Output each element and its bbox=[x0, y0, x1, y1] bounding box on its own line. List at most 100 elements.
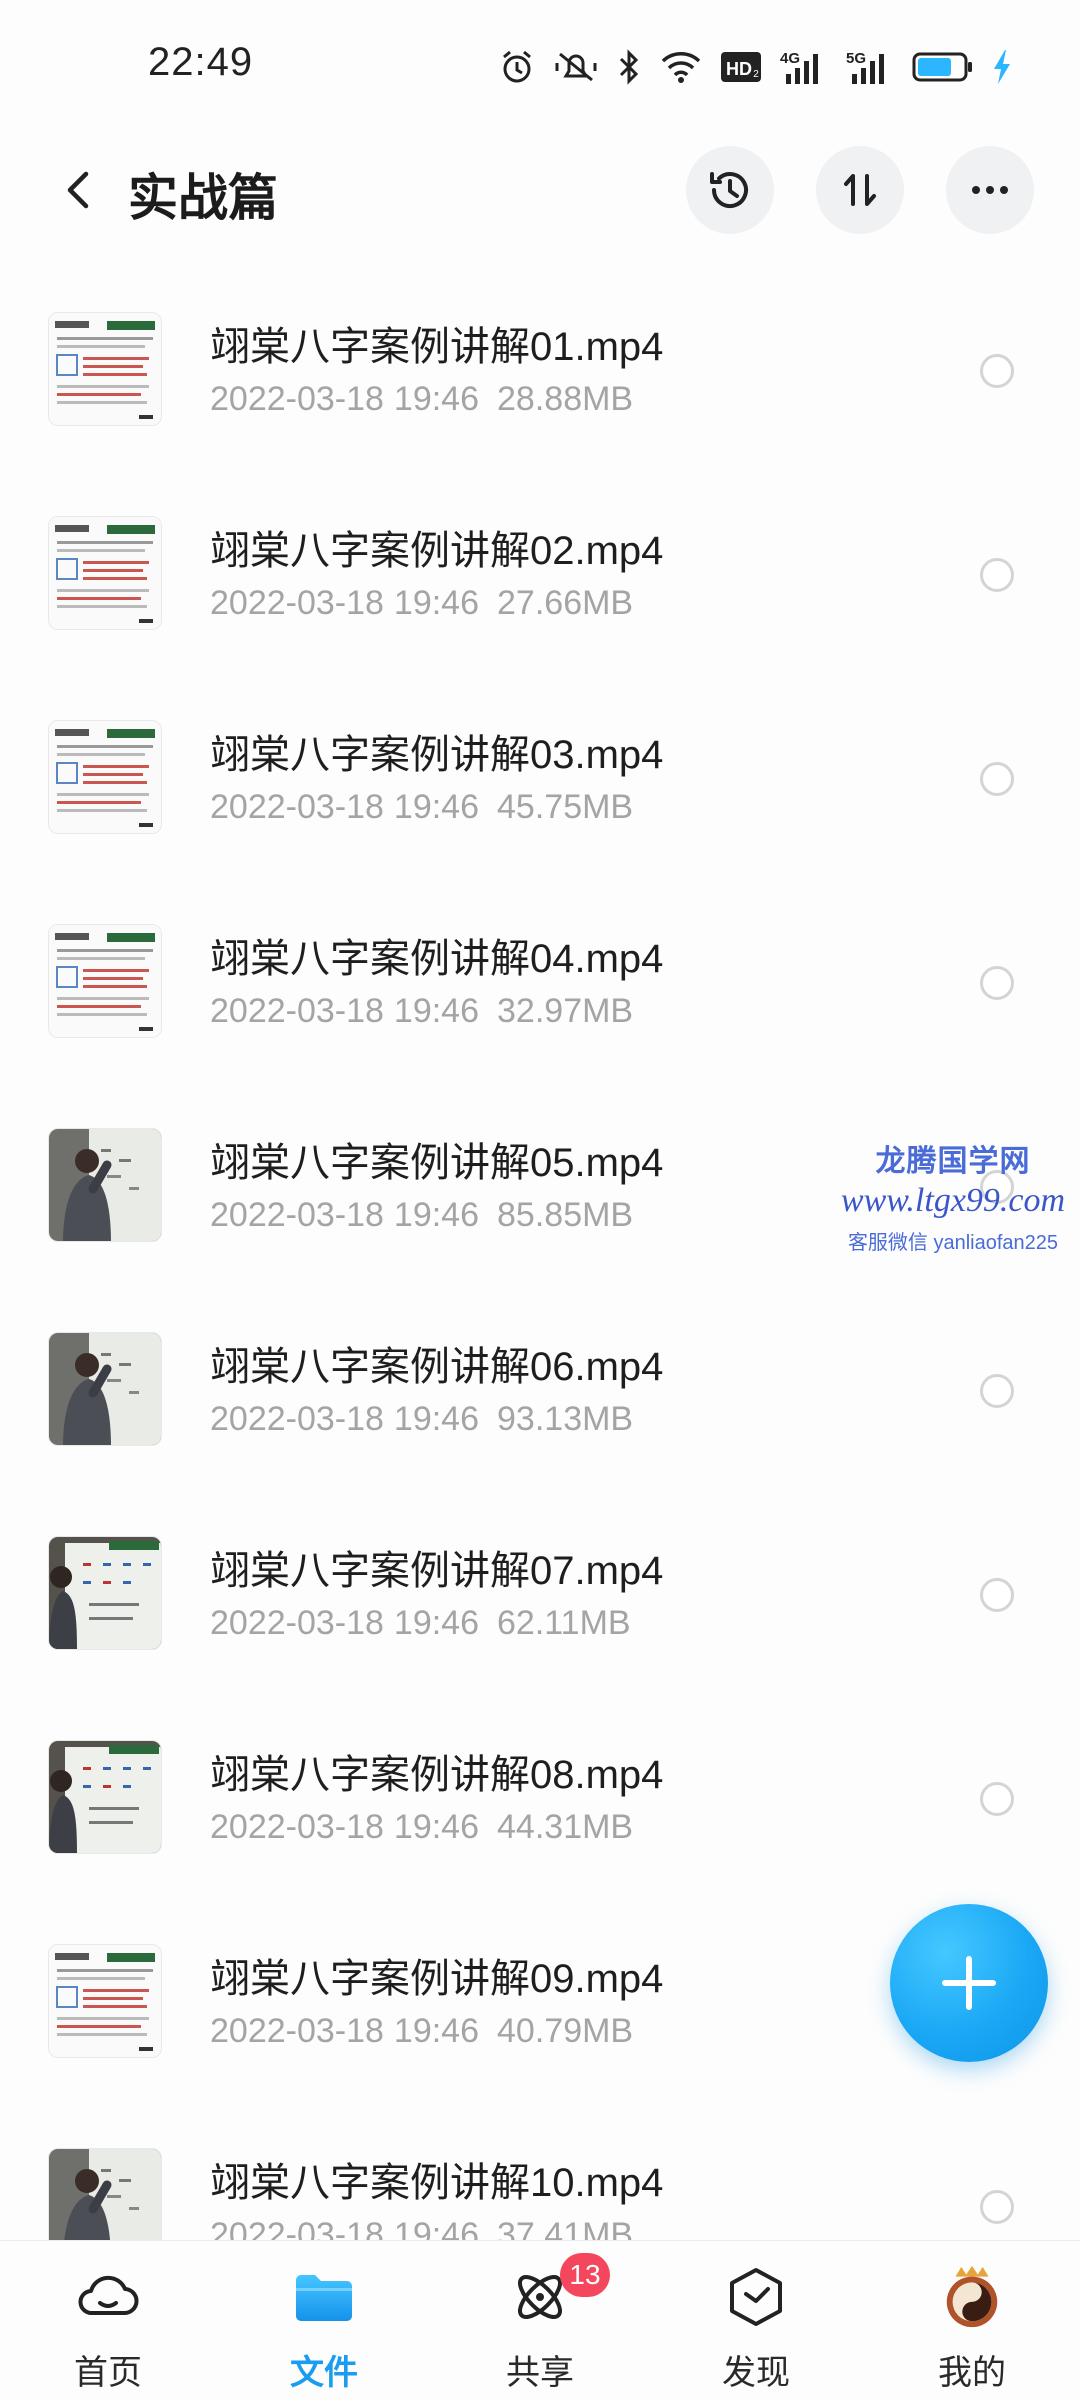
bottom-nav: 首页 文件 13 共享 发现 我的 bbox=[0, 2240, 1080, 2400]
nav-home[interactable]: 首页 bbox=[0, 2241, 216, 2400]
select-radio[interactable] bbox=[980, 1374, 1014, 1408]
video-thumbnail bbox=[48, 1944, 162, 2058]
file-date: 2022-03-18 bbox=[210, 1400, 384, 1438]
video-thumbnail bbox=[48, 720, 162, 834]
wifi-icon bbox=[660, 49, 702, 85]
page-title: 实战篇 bbox=[128, 170, 278, 226]
file-date: 2022-03-18 bbox=[210, 1808, 384, 1846]
file-date: 2022-03-18 bbox=[210, 1196, 384, 1234]
file-name: 翊棠八字案例讲解05.mp4 bbox=[210, 1141, 664, 1185]
file-time: 19:46 bbox=[393, 1604, 480, 1642]
nav-files-label: 文件 bbox=[290, 2354, 358, 2392]
select-radio[interactable] bbox=[980, 1170, 1014, 1204]
file-row[interactable]: 翊棠八字案例讲解01.mp4 2022-03-18 19:46 28.88MB bbox=[0, 270, 1080, 472]
file-name: 翊棠八字案例讲解10.mp4 bbox=[210, 2161, 664, 2205]
file-size: 40.79MB bbox=[497, 2012, 634, 2050]
nav-discover-label: 发现 bbox=[722, 2354, 790, 2392]
file-name: 翊棠八字案例讲解06.mp4 bbox=[210, 1345, 664, 1389]
nav-discover[interactable]: 发现 bbox=[648, 2241, 864, 2400]
video-thumbnail bbox=[48, 1128, 162, 1242]
status-icons: HD 2 4G 5G bbox=[498, 44, 1012, 90]
file-size: 93.13MB bbox=[497, 1400, 634, 1438]
file-meta: 2022-03-18 19:46 45.75MB bbox=[210, 788, 633, 827]
file-time: 19:46 bbox=[393, 788, 480, 826]
file-name: 翊棠八字案例讲解01.mp4 bbox=[210, 325, 664, 369]
file-name: 翊棠八字案例讲解08.mp4 bbox=[210, 1753, 664, 1797]
charging-icon bbox=[992, 49, 1012, 85]
file-name: 翊棠八字案例讲解03.mp4 bbox=[210, 733, 664, 777]
nav-share-label: 共享 bbox=[506, 2354, 574, 2392]
file-time: 19:46 bbox=[393, 1196, 480, 1234]
file-date: 2022-03-18 bbox=[210, 2216, 384, 2240]
file-time: 19:46 bbox=[393, 1400, 480, 1438]
file-row[interactable]: 翊棠八字案例讲解06.mp4 2022-03-18 19:46 93.13MB bbox=[0, 1288, 1080, 1492]
file-date: 2022-03-18 bbox=[210, 1604, 384, 1642]
select-radio[interactable] bbox=[980, 762, 1014, 796]
select-radio[interactable] bbox=[980, 966, 1014, 1000]
file-size: 32.97MB bbox=[497, 992, 634, 1030]
file-name: 翊棠八字案例讲解04.mp4 bbox=[210, 937, 664, 981]
history-button[interactable] bbox=[686, 146, 774, 234]
net2-label: 5G bbox=[846, 50, 866, 67]
file-size: 85.85MB bbox=[497, 1196, 634, 1234]
nav-share[interactable]: 13 共享 bbox=[432, 2241, 648, 2400]
select-radio[interactable] bbox=[980, 1782, 1014, 1816]
file-meta: 2022-03-18 19:46 85.85MB bbox=[210, 1196, 633, 1235]
file-row[interactable]: 翊棠八字案例讲解07.mp4 2022-03-18 19:46 62.11MB bbox=[0, 1492, 1080, 1696]
file-row[interactable]: 翊棠八字案例讲解02.mp4 2022-03-18 19:46 27.66MB bbox=[0, 472, 1080, 676]
select-radio[interactable] bbox=[980, 354, 1014, 388]
select-radio[interactable] bbox=[980, 1578, 1014, 1612]
video-thumbnail bbox=[48, 1536, 162, 1650]
file-time: 19:46 bbox=[393, 584, 480, 622]
nav-profile-label: 我的 bbox=[938, 2354, 1006, 2392]
sort-button[interactable] bbox=[816, 146, 904, 234]
file-row[interactable]: 翊棠八字案例讲解08.mp4 2022-03-18 19:46 44.31MB bbox=[0, 1696, 1080, 1900]
file-size: 44.31MB bbox=[497, 1808, 634, 1846]
file-date: 2022-03-18 bbox=[210, 2012, 384, 2050]
bluetooth-icon bbox=[616, 48, 642, 86]
video-thumbnail bbox=[48, 516, 162, 630]
back-button[interactable] bbox=[40, 150, 120, 230]
file-row[interactable]: 翊棠八字案例讲解03.mp4 2022-03-18 19:46 45.75MB bbox=[0, 676, 1080, 880]
chevron-left-icon bbox=[67, 171, 89, 209]
signal-5g-icon: 5G bbox=[846, 48, 894, 86]
file-time: 19:46 bbox=[393, 992, 480, 1030]
svg-text:2: 2 bbox=[753, 69, 759, 80]
file-name: 翊棠八字案例讲解07.mp4 bbox=[210, 1549, 664, 1593]
share-badge: 13 bbox=[560, 2253, 610, 2297]
file-meta: 2022-03-18 19:46 37.41MB bbox=[210, 2216, 633, 2240]
page-header: 实战篇 bbox=[0, 130, 1080, 250]
discover-box-icon bbox=[722, 2263, 790, 2331]
hd-label: HD bbox=[726, 59, 752, 79]
file-time: 19:46 bbox=[393, 2012, 480, 2050]
battery-icon bbox=[912, 50, 974, 84]
file-size: 45.75MB bbox=[497, 788, 634, 826]
more-button[interactable] bbox=[946, 146, 1034, 234]
file-size: 28.88MB bbox=[497, 380, 634, 418]
file-name: 翊棠八字案例讲解09.mp4 bbox=[210, 1957, 664, 2001]
video-thumbnail bbox=[48, 312, 162, 426]
video-thumbnail bbox=[48, 2148, 162, 2240]
file-time: 19:46 bbox=[393, 2216, 480, 2240]
net1-label: 4G bbox=[780, 50, 800, 67]
file-date: 2022-03-18 bbox=[210, 584, 384, 622]
nav-profile[interactable]: 我的 bbox=[864, 2241, 1080, 2400]
file-row[interactable]: 翊棠八字案例讲解05.mp4 2022-03-18 19:46 85.85MB bbox=[0, 1084, 1080, 1288]
avatar-icon bbox=[938, 2263, 1006, 2331]
file-size: 27.66MB bbox=[497, 584, 634, 622]
file-name: 翊棠八字案例讲解02.mp4 bbox=[210, 529, 664, 573]
file-meta: 2022-03-18 19:46 44.31MB bbox=[210, 1808, 633, 1847]
select-radio[interactable] bbox=[980, 2190, 1014, 2224]
nav-files[interactable]: 文件 bbox=[216, 2241, 432, 2400]
file-row[interactable]: 翊棠八字案例讲解04.mp4 2022-03-18 19:46 32.97MB bbox=[0, 880, 1080, 1084]
status-time: 22:49 bbox=[148, 40, 254, 84]
alarm-icon bbox=[498, 48, 536, 86]
file-time: 19:46 bbox=[393, 1808, 480, 1846]
sort-icon bbox=[844, 174, 876, 206]
file-meta: 2022-03-18 19:46 93.13MB bbox=[210, 1400, 633, 1439]
file-row[interactable]: 翊棠八字案例讲解10.mp4 2022-03-18 19:46 37.41MB bbox=[0, 2104, 1080, 2240]
file-date: 2022-03-18 bbox=[210, 380, 384, 418]
add-button[interactable] bbox=[890, 1904, 1048, 2062]
video-thumbnail bbox=[48, 1740, 162, 1854]
select-radio[interactable] bbox=[980, 558, 1014, 592]
